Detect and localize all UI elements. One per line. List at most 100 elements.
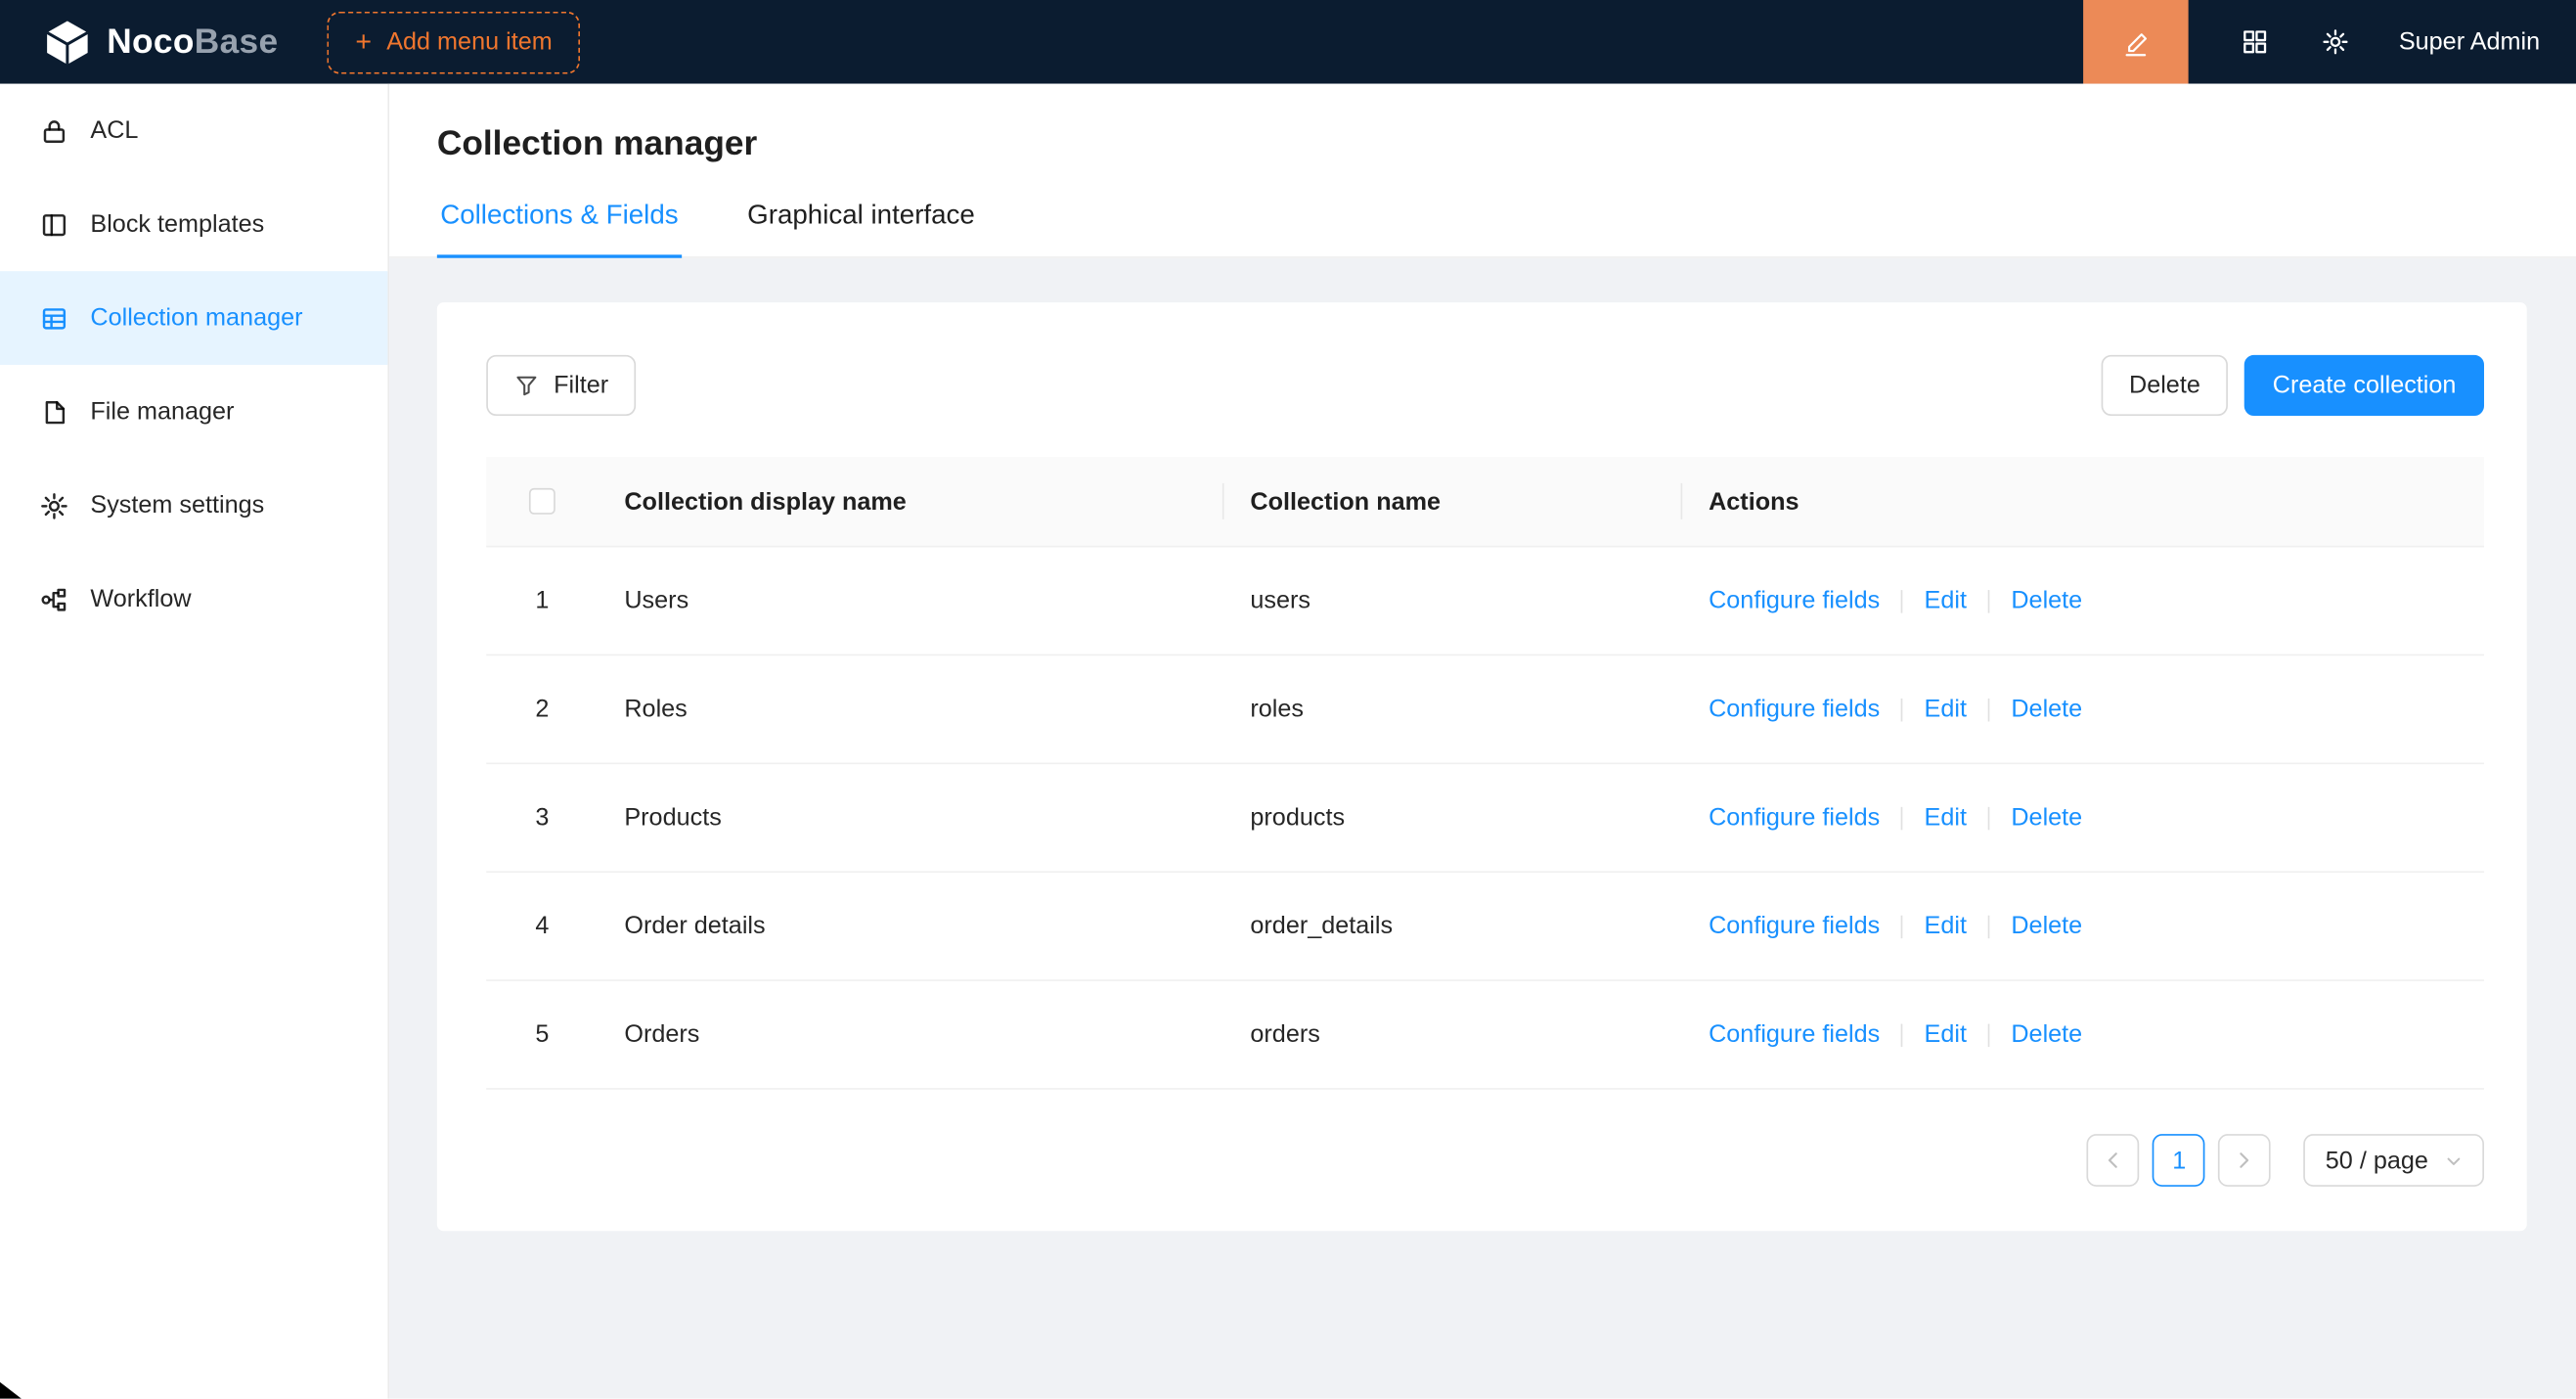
pagination: 1 50 / page	[486, 1134, 2484, 1187]
page-body: Filter Delete Create collection	[389, 258, 2576, 1399]
delete-link[interactable]: Delete	[2011, 1020, 2082, 1049]
sidebar-item-collection-manager[interactable]: Collection manager	[0, 271, 387, 365]
sidebar-item-acl[interactable]: ACL	[0, 84, 387, 178]
configure-fields-link[interactable]: Configure fields	[1709, 696, 1880, 724]
sidebar-item-workflow[interactable]: Workflow	[0, 552, 387, 646]
collection-display-name: Orders	[598, 1020, 1223, 1049]
sidebar: ACL Block templates Collection manager F…	[0, 84, 389, 1399]
next-page-button[interactable]	[2219, 1134, 2272, 1187]
settings-button[interactable]	[2322, 28, 2350, 57]
nocobase-logo: NocoBase	[43, 18, 279, 67]
edit-link[interactable]: Edit	[1925, 803, 1967, 832]
collection-display-name: Users	[598, 587, 1223, 615]
action-divider	[1988, 1023, 1990, 1047]
sidebar-item-label: Collection manager	[90, 304, 302, 333]
collection-display-name: Products	[598, 803, 1223, 832]
page-title: Collection manager	[389, 84, 2576, 179]
ui-editor-button[interactable]	[2083, 0, 2189, 84]
row-index: 2	[486, 696, 598, 724]
edit-link[interactable]: Edit	[1925, 1020, 1967, 1049]
select-all-cell	[486, 457, 598, 546]
collections-card: Filter Delete Create collection	[437, 302, 2527, 1231]
sidebar-item-label: System settings	[90, 491, 264, 519]
column-header-actions: Actions	[1682, 457, 2484, 546]
page-head: Collection manager Collections & Fields …	[389, 84, 2576, 258]
configure-fields-link[interactable]: Configure fields	[1709, 587, 1880, 615]
chevron-left-icon	[2104, 1151, 2123, 1170]
edit-link[interactable]: Edit	[1925, 696, 1967, 724]
add-menu-item-button[interactable]: + Add menu item	[328, 11, 580, 73]
page-size-select[interactable]: 50 / page	[2304, 1134, 2484, 1187]
row-actions: Configure fields Edit Delete	[1682, 1020, 2484, 1049]
chevron-down-icon	[2445, 1151, 2463, 1169]
sidebar-item-block-templates[interactable]: Block templates	[0, 177, 387, 271]
configure-fields-link[interactable]: Configure fields	[1709, 912, 1880, 940]
row-actions: Configure fields Edit Delete	[1682, 803, 2484, 832]
collection-name: orders	[1224, 1020, 1683, 1049]
lock-icon	[39, 115, 68, 145]
delete-link[interactable]: Delete	[2011, 912, 2082, 940]
action-divider	[1901, 915, 1903, 938]
delete-link[interactable]: Delete	[2011, 587, 2082, 615]
sidebar-item-file-manager[interactable]: File manager	[0, 365, 387, 459]
filter-button[interactable]: Filter	[486, 355, 636, 416]
row-actions: Configure fields Edit Delete	[1682, 587, 2484, 615]
create-collection-button[interactable]: Create collection	[2244, 355, 2484, 416]
action-divider	[1901, 589, 1903, 612]
table-row[interactable]: 1 Users users Configure fieldsEditDelete	[486, 547, 2484, 655]
file-icon	[39, 397, 68, 427]
corner-artifact	[0, 1382, 22, 1399]
table-icon	[39, 303, 68, 333]
layout-icon	[39, 209, 68, 239]
plugins-button[interactable]	[2242, 28, 2270, 57]
tab-collections-and-fields[interactable]: Collections & Fields	[437, 179, 682, 258]
table-toolbar: Filter Delete Create collection	[486, 355, 2484, 416]
page-size-label: 50 / page	[2326, 1147, 2428, 1175]
delete-link[interactable]: Delete	[2011, 803, 2082, 832]
row-index: 3	[486, 803, 598, 832]
edit-link[interactable]: Edit	[1925, 587, 1967, 615]
gear-icon	[39, 490, 68, 519]
action-divider	[1988, 915, 1990, 938]
sidebar-item-label: Workflow	[90, 585, 191, 613]
tabbar: Collections & Fields Graphical interface	[389, 179, 2576, 258]
app-header: NocoBase + Add menu item	[0, 0, 2576, 84]
action-divider	[1988, 589, 1990, 612]
column-header-collection-name: Collection name	[1224, 457, 1683, 546]
filter-icon	[514, 373, 539, 397]
table-row[interactable]: 5 Orders orders Configure fields Edit Dele…	[486, 981, 2484, 1090]
action-divider	[1901, 1023, 1903, 1047]
edit-link[interactable]: Edit	[1925, 912, 1967, 940]
configure-fields-link[interactable]: Configure fields	[1709, 803, 1880, 832]
select-all-checkbox[interactable]	[529, 488, 555, 515]
action-divider	[1988, 698, 1990, 721]
row-index: 5	[486, 1020, 598, 1049]
page-1-button[interactable]: 1	[2153, 1134, 2205, 1187]
tab-graphical-interface[interactable]: Graphical interface	[744, 179, 978, 258]
prev-page-button[interactable]	[2087, 1134, 2140, 1187]
table-row[interactable]: 2 Roles roles Configure fieldsEditDelete	[486, 655, 2484, 764]
workflow-icon	[39, 584, 68, 613]
action-divider	[1988, 806, 1990, 830]
delete-link[interactable]: Delete	[2011, 696, 2082, 724]
sidebar-item-system-settings[interactable]: System settings	[0, 459, 387, 553]
collection-name: products	[1224, 803, 1683, 832]
chevron-right-icon	[2235, 1151, 2254, 1170]
configure-fields-link[interactable]: Configure fields	[1709, 1020, 1880, 1049]
table-header: Collection display name Collection name …	[486, 457, 2484, 547]
filter-button-label: Filter	[554, 372, 608, 400]
collection-name: roles	[1224, 696, 1683, 724]
grid-icon	[2242, 28, 2270, 57]
gear-icon	[2322, 28, 2350, 57]
brand-noco-text: Noco	[107, 23, 195, 61]
brand-base-text: Base	[195, 23, 279, 61]
row-actions: Configure fields Edit Delete	[1682, 696, 2484, 724]
content-area: Collection manager Collections & Fields …	[389, 84, 2576, 1399]
row-actions: Configure fields Edit Delete	[1682, 912, 2484, 940]
delete-button[interactable]: Delete	[2101, 355, 2228, 416]
table-row[interactable]: 4 Order details order_details Configure …	[486, 873, 2484, 981]
highlighter-icon	[2121, 27, 2151, 57]
user-menu[interactable]: Super Admin	[2399, 28, 2540, 57]
collections-table: Collection display name Collection name …	[486, 457, 2484, 1090]
table-row[interactable]: 3 Products products Configure fields Edit…	[486, 764, 2484, 873]
